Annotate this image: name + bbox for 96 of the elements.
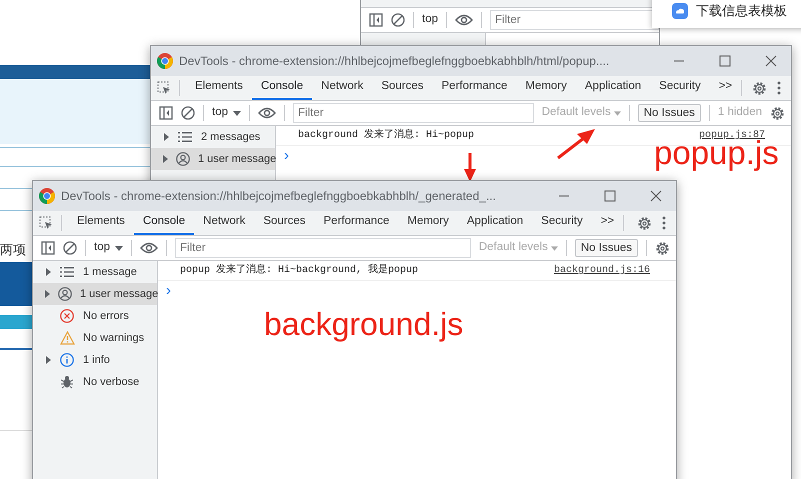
devtools-tab[interactable]: Sources — [372, 76, 433, 100]
sidebar-label: 1 user message — [80, 286, 158, 302]
clear-console-icon[interactable] — [181, 106, 195, 120]
devtools-tab[interactable]: Application — [576, 76, 650, 100]
sidebar-item[interactable]: 1 message — [33, 261, 157, 283]
expand-arrow-icon[interactable] — [46, 356, 50, 364]
clear-console-icon[interactable] — [63, 241, 77, 255]
settings-icon[interactable] — [637, 216, 652, 230]
sidebar-item[interactable]: No warnings — [33, 327, 157, 349]
window-title: DevTools - chrome-extension://hhlbejcojmefbeglefnggboebkabhblh/_generated_... — [61, 188, 496, 205]
console-message: background 发来了消息: Hi~popup — [298, 128, 474, 143]
devtools-tab[interactable]: Security — [650, 76, 710, 100]
expand-arrow-icon[interactable] — [45, 290, 50, 298]
list-icon — [178, 131, 192, 143]
arrow-drawing — [556, 128, 596, 160]
settings-icon[interactable] — [770, 106, 785, 120]
devtools-tab[interactable]: Console — [252, 76, 312, 100]
annotation-text: background.js — [264, 308, 464, 340]
close-icon[interactable] — [650, 190, 662, 202]
devtools-tab[interactable]: >> — [592, 211, 624, 235]
close-icon[interactable] — [765, 55, 777, 67]
devtools-tab[interactable]: Network — [194, 211, 254, 235]
user-icon — [176, 152, 190, 166]
sidebar-item[interactable]: 2 messages — [151, 126, 275, 148]
chrome-logo-icon — [39, 188, 55, 204]
sidebar-toggle-icon[interactable] — [159, 106, 173, 120]
devtools-tab[interactable]: Elements — [186, 76, 252, 100]
eye-icon[interactable] — [455, 14, 473, 26]
source-link[interactable]: background.js:16 — [554, 263, 650, 278]
sidebar-label: No warnings — [83, 330, 144, 346]
settings-icon[interactable] — [752, 80, 767, 96]
notification-text: 下载信息表模板 — [696, 2, 787, 20]
sidebar-label: No errors — [83, 308, 129, 324]
sidebar-item[interactable]: 1 user message — [33, 283, 157, 305]
expand-arrow-icon[interactable] — [164, 133, 168, 141]
devtools-tab[interactable]: Security — [532, 211, 592, 235]
sidebar-item[interactable]: 1 user message — [151, 148, 275, 170]
filter-field[interactable]: Filter — [293, 103, 534, 123]
devtools-tab[interactable]: Performance — [432, 76, 516, 100]
expand-arrow-icon[interactable] — [46, 268, 50, 276]
devtools-tab[interactable]: Application — [458, 211, 532, 235]
context-selector[interactable]: top — [94, 239, 123, 257]
devtools-tab[interactable]: Network — [312, 76, 372, 100]
cloud-icon — [672, 3, 688, 19]
list-icon — [60, 266, 74, 278]
maximize-icon[interactable] — [604, 190, 616, 202]
sidebar-label: 2 messages — [201, 130, 260, 145]
chrome-logo-icon — [157, 53, 173, 69]
sidebar-toggle-icon[interactable] — [41, 241, 55, 255]
devtools-tab[interactable]: Console — [134, 211, 194, 235]
context-selector[interactable]: top — [422, 11, 438, 29]
devtools-tab[interactable]: Sources — [254, 211, 315, 235]
sidebar-label: No verbose — [83, 374, 140, 390]
bug-icon — [61, 375, 73, 389]
inspect-icon[interactable] — [157, 81, 171, 95]
caret-icon — [614, 110, 621, 116]
sidebar-item[interactable]: No verbose — [33, 371, 157, 393]
sidebar-label: 1 message — [83, 264, 137, 280]
eye-icon[interactable] — [140, 242, 158, 254]
hidden-count: 1 hidden — [718, 105, 762, 120]
sidebar-item[interactable]: No errors — [33, 305, 157, 327]
filter-field[interactable]: Filter — [490, 10, 659, 30]
devtools-tab[interactable]: Memory — [516, 76, 576, 100]
sidebar-label: 1 user message — [198, 152, 276, 167]
info-icon — [60, 353, 74, 367]
caret-icon — [115, 246, 123, 250]
issues-button[interactable]: No Issues — [574, 239, 638, 257]
eye-icon[interactable] — [258, 107, 276, 119]
webpage-text: 两项 — [0, 241, 26, 259]
caret-icon — [550, 246, 558, 250]
devtools-tab[interactable]: Performance — [314, 211, 398, 235]
expand-arrow-icon[interactable] — [163, 155, 168, 163]
arrow-drawing — [463, 153, 477, 183]
caret-icon — [233, 110, 241, 116]
more-options-icon[interactable] — [662, 216, 666, 230]
sidebar-label: 1 info — [83, 352, 110, 368]
filter-field[interactable]: Filter — [175, 238, 471, 258]
sidebar-item[interactable]: 1 info — [33, 349, 157, 371]
clear-console-icon[interactable] — [391, 13, 405, 27]
context-selector[interactable]: top — [212, 104, 241, 122]
warning-icon — [60, 331, 74, 345]
devtools-tab[interactable]: Memory — [398, 211, 458, 235]
devtools-tab[interactable]: >> — [710, 76, 742, 100]
error-icon — [60, 309, 74, 323]
more-options-icon[interactable] — [777, 81, 781, 95]
console-prompt[interactable]: › — [158, 281, 171, 301]
console-prompt[interactable]: › — [276, 146, 289, 166]
sidebar-toggle-icon[interactable] — [369, 13, 383, 27]
settings-icon[interactable] — [655, 240, 670, 256]
user-icon — [58, 287, 72, 301]
inspect-icon[interactable] — [39, 216, 53, 230]
console-message: popup 发来了消息: Hi~background, 我是popup — [180, 263, 418, 278]
maximize-icon[interactable] — [719, 55, 731, 67]
devtools-tab[interactable]: Elements — [68, 211, 134, 235]
issues-button[interactable]: No Issues — [638, 104, 701, 122]
window-title: DevTools - chrome-extension://hhlbejcojmefbeglefnggboebkabhblh/html/popup.... — [179, 53, 610, 70]
